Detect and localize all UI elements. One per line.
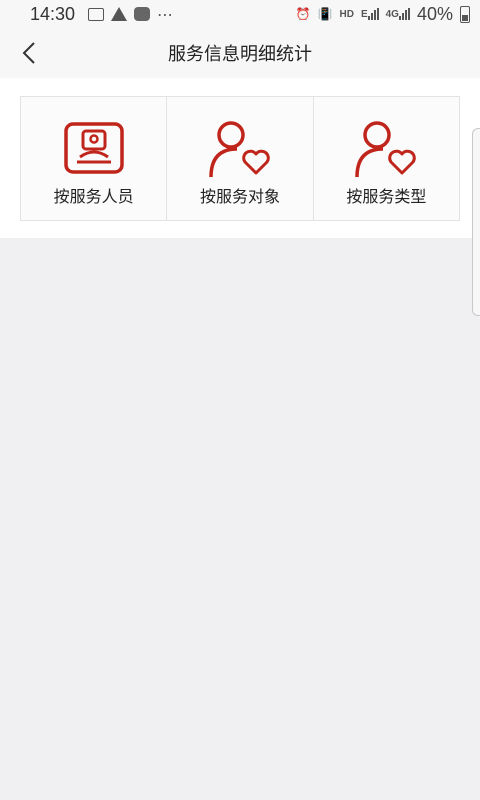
battery-percentage: 40% [416, 3, 453, 24]
warning-notification-icon [111, 7, 128, 21]
image-notification-icon [88, 7, 105, 21]
page-title: 服务信息明细统计 [168, 44, 312, 65]
more-notifications-icon: ⋯ [157, 4, 175, 24]
person-heart-icon [351, 121, 421, 178]
status-left: 14:30 ⋯ [30, 4, 174, 25]
menu-item-label: 按服务类型 [346, 187, 427, 206]
battery-icon [460, 5, 470, 23]
chevron-left-icon [22, 42, 35, 64]
navigation-bar: 服务信息明细统计 [0, 28, 480, 78]
menu-item-label: 按服务对象 [199, 187, 280, 206]
menu-item-by-recipient[interactable]: 按服务对象 [167, 97, 314, 220]
menu-panel: 按服务人员 按服务对象 按服务类型 [0, 78, 480, 238]
menu-item-by-service-type[interactable]: 按服务类型 [313, 97, 459, 220]
menu-grid: 按服务人员 按服务对象 按服务类型 [20, 96, 460, 221]
edge-scroll-handle[interactable] [472, 128, 480, 316]
status-time: 14:30 [30, 3, 76, 24]
network-type-4g: 4G [385, 8, 399, 20]
person-heart-icon [205, 121, 275, 178]
menu-item-label: 按服务人员 [53, 187, 134, 206]
status-right: ⏰ 📳 HD E 4G 40% [296, 4, 470, 25]
app-notification-icon [134, 7, 151, 21]
signal-icon-1: E [361, 8, 379, 20]
vibrate-icon: 📳 [317, 7, 333, 21]
menu-item-by-staff[interactable]: 按服务人员 [21, 97, 168, 220]
hd-indicator: HD [339, 8, 354, 20]
alarm-icon: ⏰ [295, 7, 311, 21]
staff-badge-icon [59, 121, 129, 177]
status-bar: 14:30 ⋯ ⏰ 📳 HD E 4G 40% [0, 0, 480, 28]
back-button[interactable] [14, 38, 44, 68]
network-type-e: E [360, 8, 368, 20]
signal-icon-2: 4G [386, 8, 410, 20]
